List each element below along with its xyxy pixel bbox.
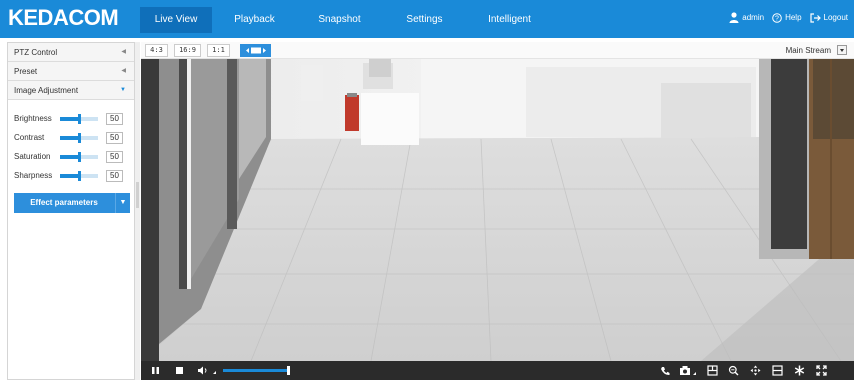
brightness-value[interactable]: 50	[106, 112, 123, 125]
user-bar: admin ? Help Logout	[729, 12, 848, 23]
zoom-icon	[728, 365, 738, 376]
section-label: Preset	[14, 67, 38, 76]
nav-intelligent[interactable]: Intelligent	[467, 7, 552, 33]
nav-snapshot[interactable]: Snapshot	[297, 7, 382, 33]
ratio-16-9-button[interactable]: 16:9	[174, 44, 201, 57]
zoom-button[interactable]	[725, 361, 741, 380]
volume-icon	[198, 366, 216, 375]
record-button[interactable]	[704, 361, 720, 380]
volume-slider[interactable]	[223, 369, 289, 372]
section-label: Image Adjustment	[14, 86, 79, 95]
slider-thumb[interactable]	[78, 170, 81, 181]
fullscreen-icon	[815, 365, 827, 376]
user-icon	[729, 12, 739, 23]
effect-parameters-label: Effect parameters	[30, 198, 98, 207]
saturation-slider[interactable]	[60, 151, 98, 162]
saturation-value[interactable]: 50	[106, 150, 123, 163]
fullscreen-button[interactable]	[813, 361, 829, 380]
chevron-left-icon: ◀	[121, 68, 126, 74]
snapshot-button[interactable]	[677, 361, 699, 380]
contrast-label: Contrast	[14, 133, 45, 142]
panel-splitter[interactable]	[135, 42, 140, 380]
main-nav: Live View Playback Snapshot Settings Int…	[140, 7, 552, 33]
ptz-move-button[interactable]	[747, 361, 763, 380]
splitter-grip[interactable]	[136, 182, 139, 208]
help-icon[interactable]: ?	[772, 12, 782, 23]
star-button[interactable]	[791, 361, 807, 380]
nav-live-view[interactable]: Live View	[140, 7, 212, 33]
talk-button[interactable]	[657, 361, 673, 380]
slider-thumb[interactable]	[78, 132, 81, 143]
ratio-4-3-button[interactable]: 4:3	[145, 44, 168, 57]
pause-icon	[151, 367, 159, 374]
nav-settings[interactable]: Settings	[382, 7, 467, 33]
dropdown-arrow-icon[interactable]	[837, 45, 847, 55]
brightness-label: Brightness	[14, 114, 52, 123]
fit-window-button[interactable]	[240, 44, 271, 57]
sharpness-slider[interactable]	[60, 170, 98, 181]
saturation-row: Saturation 50	[14, 147, 128, 166]
chevron-down-icon: ▼	[120, 87, 126, 93]
split-button[interactable]	[769, 361, 785, 380]
section-image-adjustment[interactable]: Image Adjustment ▼	[8, 81, 134, 100]
volume-button[interactable]	[194, 361, 220, 380]
left-panel: PTZ Control ◀ Preset ◀ Image Adjustment …	[7, 42, 135, 380]
nav-playback[interactable]: Playback	[212, 7, 297, 33]
playback-controls	[141, 361, 854, 380]
contrast-slider[interactable]	[60, 132, 98, 143]
top-bar: KEDACOM Live View Playback Snapshot Sett…	[0, 0, 854, 38]
caret-down-icon[interactable]: ▼	[115, 193, 130, 213]
live-video[interactable]	[141, 59, 854, 361]
sharpness-label: Sharpness	[14, 171, 53, 180]
stream-select[interactable]: Main Stream	[786, 43, 847, 57]
contrast-row: Contrast 50	[14, 128, 128, 147]
svg-text:?: ?	[775, 15, 779, 22]
video-toolbar: 4:3 16:9 1:1 Main Stream	[141, 42, 854, 59]
username[interactable]: admin	[742, 13, 764, 22]
pause-button[interactable]	[145, 361, 165, 380]
image-adjustment-body: Brightness 50 Contrast 50 Saturation 50 …	[8, 100, 134, 213]
saturation-label: Saturation	[14, 152, 51, 161]
stream-value: Main Stream	[785, 45, 831, 55]
sharpness-value[interactable]: 50	[106, 169, 123, 182]
brightness-row: Brightness 50	[14, 109, 128, 128]
split-icon	[771, 365, 783, 376]
stop-icon	[175, 367, 183, 374]
sharpness-row: Sharpness 50	[14, 166, 128, 185]
section-preset[interactable]: Preset ◀	[8, 62, 134, 81]
brightness-slider[interactable]	[60, 113, 98, 124]
help-link[interactable]: Help	[785, 13, 801, 22]
section-ptz-control[interactable]: PTZ Control ◀	[8, 43, 134, 62]
star-icon	[794, 365, 804, 376]
logout-icon[interactable]	[809, 12, 821, 23]
effect-parameters-button[interactable]: Effect parameters ▼	[14, 193, 130, 213]
stop-button[interactable]	[169, 361, 189, 380]
slider-thumb[interactable]	[78, 151, 81, 162]
logout-link[interactable]: Logout	[824, 13, 848, 22]
slider-thumb[interactable]	[78, 113, 81, 124]
fit-window-icon	[245, 47, 266, 54]
camera-feed-image	[141, 59, 854, 361]
ptz-move-icon	[750, 365, 760, 376]
contrast-value[interactable]: 50	[106, 131, 123, 144]
volume-thumb[interactable]	[287, 366, 290, 375]
ratio-1-1-button[interactable]: 1:1	[207, 44, 230, 57]
snapshot-icon	[680, 366, 696, 375]
section-label: PTZ Control	[14, 48, 58, 57]
chevron-left-icon: ◀	[121, 49, 126, 55]
phone-icon	[661, 366, 670, 375]
record-icon	[706, 365, 718, 376]
brand-logo: KEDACOM	[8, 5, 119, 30]
